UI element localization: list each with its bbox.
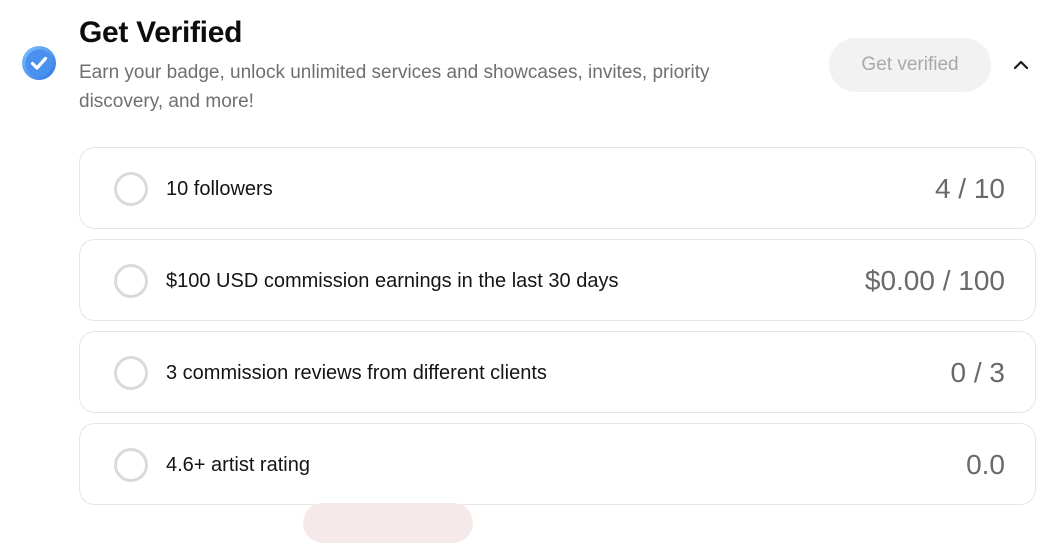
requirement-progress: $0.00 / 100 <box>864 265 1005 296</box>
verified-badge-icon <box>22 46 56 80</box>
requirement-earnings: $100 USD commission earnings in the last… <box>79 239 1036 321</box>
section-title: Get Verified <box>79 16 243 49</box>
requirement-label: 10 followers <box>166 178 273 200</box>
requirement-progress: 0 / 3 <box>950 357 1005 388</box>
section-description: Earn your badge, unlock unlimited servic… <box>79 62 710 112</box>
requirement-progress: 4 / 10 <box>934 173 1005 204</box>
requirement-label: 3 commission reviews from different clie… <box>166 362 547 384</box>
requirement-rating: 4.6+ artist rating 0.0 <box>79 423 1036 505</box>
requirement-label: 4.6+ artist rating <box>166 454 310 476</box>
chevron-up-icon <box>1013 60 1029 70</box>
requirement-status-circle-icon <box>114 448 148 482</box>
get-verified-button[interactable]: Get verified <box>829 38 991 92</box>
requirement-progress: 0.0 <box>966 449 1005 480</box>
partially-visible-button[interactable] <box>303 503 473 543</box>
requirement-label: $100 USD commission earnings in the last… <box>166 270 619 292</box>
requirement-followers: 10 followers 4 / 10 <box>79 147 1036 229</box>
requirement-status-circle-icon <box>114 172 148 206</box>
requirement-status-circle-icon <box>114 356 148 390</box>
collapse-toggle[interactable] <box>1008 53 1034 77</box>
requirement-reviews: 3 commission reviews from different clie… <box>79 331 1036 413</box>
requirement-status-circle-icon <box>114 264 148 298</box>
requirements-list: 10 followers 4 / 10 $100 USD commission … <box>79 147 1036 515</box>
